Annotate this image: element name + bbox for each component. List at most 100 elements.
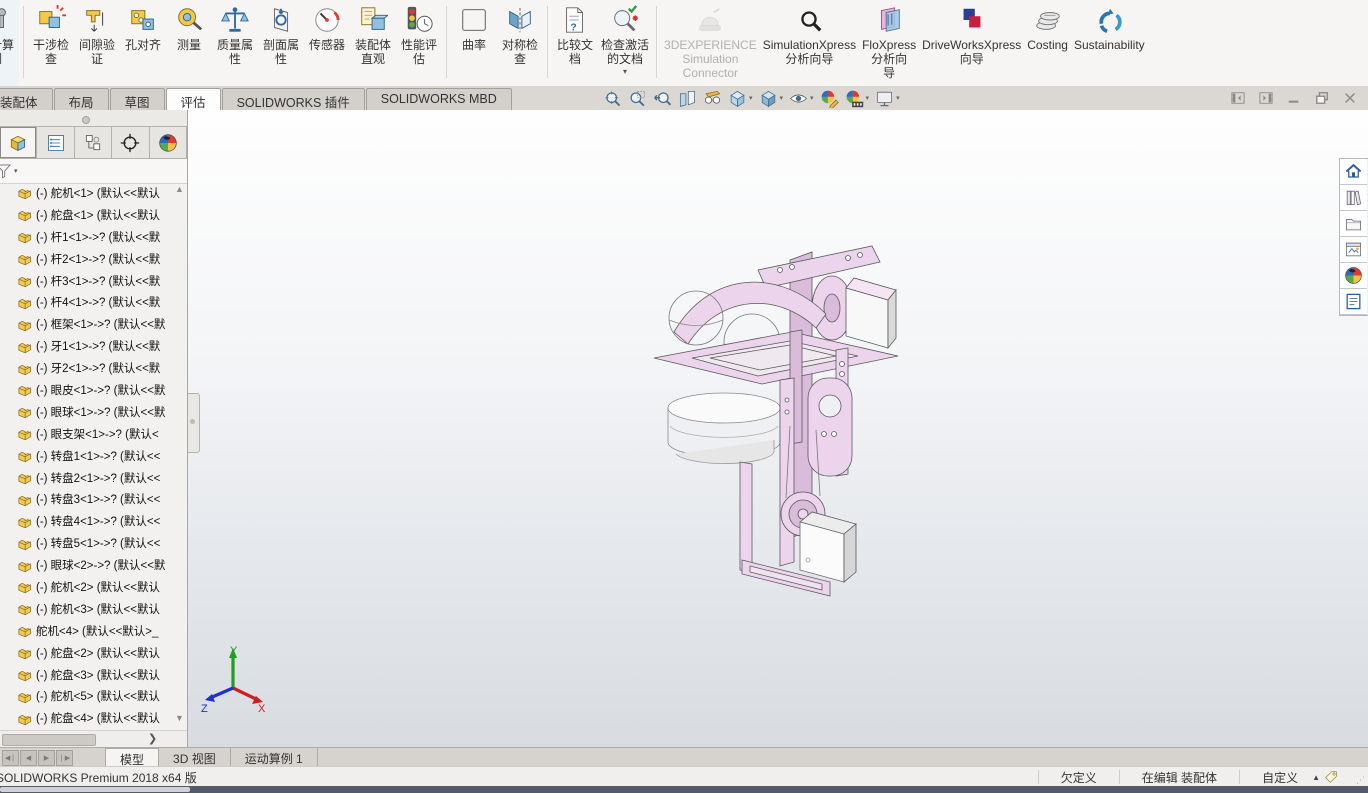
costing-button[interactable]: Costing ▾ [1024, 0, 1071, 86]
tree-scroll-down-button[interactable]: ▼ [174, 713, 185, 724]
hide-show-items-icon[interactable]: ▾ [786, 88, 817, 109]
sensor-button[interactable]: 传感器 ▾ [304, 0, 350, 86]
sustainability-button[interactable]: Sustainability ▾ [1071, 0, 1148, 86]
tab-layout[interactable]: 布局 [53, 88, 109, 110]
tree-item[interactable]: (-) 牙1<1>->? (默认<<默 [0, 335, 187, 357]
assembly-model[interactable] [640, 230, 900, 610]
tree-item[interactable]: (-) 舵机<5> (默认<<默认 [0, 685, 187, 707]
tab-sketch[interactable]: 草图 [109, 88, 165, 110]
tree-horizontal-scrollbar[interactable]: ❯ [0, 730, 187, 748]
scroll-right-arrow[interactable]: ❯ [148, 732, 157, 745]
view-settings-icon[interactable]: ▾ [872, 88, 903, 109]
configurationmanager-tab[interactable] [75, 127, 113, 158]
tab-assembly[interactable]: 装配体 [0, 88, 53, 110]
restore-button[interactable] [1312, 89, 1332, 107]
last-tab-button[interactable]: ❘▶ [56, 749, 73, 766]
driveworksxpress-button[interactable]: DriveWorksXpress 向导 ▾ [919, 0, 1024, 86]
tree-item[interactable]: (-) 舵盘<3> (默认<<默认 [0, 664, 187, 686]
design-library-button[interactable] [1340, 185, 1367, 211]
commandmanager-tabstrip: 装配体 布局 草图 评估 SOLIDWORKS 插件 SOLIDWORKS MB… [0, 86, 1368, 113]
previous-view-icon[interactable]: ▾ [650, 88, 675, 109]
file-explorer-button[interactable] [1340, 211, 1367, 237]
hide-show-annotations-icon[interactable]: ▾ [700, 88, 725, 109]
displaymanager-tab[interactable] [150, 127, 188, 158]
interference-check-button[interactable]: 干涉检 查 ▾ [28, 0, 74, 86]
floxpress-button[interactable]: FloXpress 分析向 导 ▾ [859, 0, 919, 86]
panel-collapse-handle[interactable] [188, 393, 200, 453]
tree-item[interactable]: (-) 眼球<1>->? (默认<<默 [0, 401, 187, 423]
compare-documents-button[interactable]: 比较文 档 ▾ [552, 0, 598, 86]
tree-item[interactable]: (-) 框架<1>->? (默认<<默 [0, 313, 187, 335]
display-style-icon[interactable]: ▾ [756, 88, 787, 109]
manager-tabs [0, 126, 188, 159]
design-study-button[interactable]: 设计算 例 ▾ [0, 0, 19, 86]
tree-item[interactable]: (-) 眼支架<1>->? (默认< [0, 423, 187, 445]
symmetry-check-button[interactable]: 对称检 查 ▾ [497, 0, 543, 86]
first-tab-button[interactable]: ◀❘ [2, 749, 19, 766]
status-underdefined[interactable]: 欠定义 ▲ [1037, 770, 1119, 785]
dimxpertmanager-tab[interactable] [112, 127, 150, 158]
check-active-document-button[interactable]: 检查激活 的文档 ▾ [598, 0, 652, 86]
prev-tab-button[interactable]: ◀ [20, 749, 37, 766]
scrollbar-thumb[interactable] [2, 734, 96, 746]
tree-item[interactable]: (-) 杆3<1>->? (默认<<默 [0, 270, 187, 292]
featuremanager-tree-tab[interactable] [0, 127, 38, 158]
section-properties-button[interactable]: 剖面属 性 ▾ [258, 0, 304, 86]
zoom-to-area-icon[interactable]: ▾ [625, 88, 650, 109]
tree-item[interactable]: (-) 杆1<1>->? (默认<<默 [0, 226, 187, 248]
minimize-button[interactable] [1284, 89, 1304, 107]
tree-item[interactable]: (-) 舵机<3> (默认<<默认 [0, 598, 187, 620]
expand-right-pane-button[interactable] [1256, 89, 1276, 107]
status-editing[interactable]: 在编辑 装配体 ▲ [1118, 770, 1239, 785]
tree-item[interactable]: (-) 牙2<1>->? (默认<<默 [0, 357, 187, 379]
tree-item[interactable]: (-) 舵盘<2> (默认<<默认 [0, 642, 187, 664]
clearance-verify-button[interactable]: 间隙验 证 ▾ [74, 0, 120, 86]
motion-study-tab[interactable]: 运动算例 1 [231, 748, 318, 767]
appearances-scenes-button[interactable] [1340, 263, 1367, 289]
simulationxpress-button[interactable]: SimulationXpress 分析向导 ▾ [760, 0, 859, 86]
tree-item[interactable]: (-) 杆2<1>->? (默认<<默 [0, 248, 187, 270]
tag-icon[interactable] [1322, 769, 1340, 785]
tree-item[interactable]: (-) 眼球<2>->? (默认<<默 [0, 554, 187, 576]
tree-item[interactable]: (-) 转盘3<1>->? (默认<< [0, 488, 187, 510]
solidworks-resources-button[interactable] [1340, 159, 1367, 185]
performance-evaluation-button[interactable]: 性能评 估 ▾ [396, 0, 442, 86]
view-orientation-icon[interactable]: ▾ [725, 88, 756, 109]
assembly-visualization-button[interactable]: 装配体 直观 ▾ [350, 0, 396, 86]
tree-item[interactable]: (-) 转盘1<1>->? (默认<< [0, 445, 187, 467]
tree-filter-bar[interactable]: ▾ [0, 159, 187, 184]
tree-item[interactable]: 舵机<4> (默认<<默认>_ [0, 620, 187, 642]
section-view-icon[interactable]: ▾ [675, 88, 700, 109]
panel-splitter[interactable] [0, 110, 187, 126]
mass-properties-button[interactable]: 质量属 性 ▾ [212, 0, 258, 86]
graphics-viewport[interactable]: Y X Z [188, 110, 1368, 747]
propertymanager-tab[interactable] [37, 127, 75, 158]
curvature-button[interactable]: 曲率 ▾ [451, 0, 497, 86]
tree-item[interactable]: (-) 舵机<1> (默认<<默认 [0, 182, 187, 204]
tree-item[interactable]: (-) 舵盘<1> (默认<<默认 [0, 204, 187, 226]
3dexperience-connector-button[interactable]: 3DEXPERIENCE Simulation Connector ▾ [661, 0, 760, 86]
tree-item[interactable]: (-) 杆4<1>->? (默认<<默 [0, 291, 187, 313]
tree-item[interactable]: (-) 转盘4<1>->? (默认<< [0, 510, 187, 532]
tab-solidworks-addins[interactable]: SOLIDWORKS 插件 [221, 88, 365, 110]
edit-appearance-icon[interactable]: ▾ [817, 88, 842, 109]
tree-scroll-up-button[interactable]: ▲ [174, 184, 185, 195]
tree-item[interactable]: (-) 舵机<2> (默认<<默认 [0, 576, 187, 598]
tree-item[interactable]: (-) 转盘2<1>->? (默认<< [0, 467, 187, 489]
custom-properties-button[interactable] [1340, 289, 1367, 315]
measure-button[interactable]: 测量 ▾ [166, 0, 212, 86]
model-tab[interactable]: 模型 [105, 748, 160, 767]
tree-item[interactable]: (-) 转盘5<1>->? (默认<< [0, 532, 187, 554]
tab-solidworks-mbd[interactable]: SOLIDWORKS MBD [365, 88, 512, 110]
tree-item[interactable]: (-) 舵盘<4> (默认<<默认 [0, 707, 187, 729]
view-palette-button[interactable] [1340, 237, 1367, 263]
close-button[interactable] [1340, 89, 1360, 107]
handle-dot [190, 419, 195, 424]
zoom-to-fit-icon[interactable]: ▾ [600, 88, 625, 109]
tree-item[interactable]: (-) 眼皮<1>->? (默认<<默 [0, 379, 187, 401]
hole-alignment-button[interactable]: 孔对齐 ▾ [120, 0, 166, 86]
collapse-left-pane-button[interactable] [1228, 89, 1248, 107]
apply-scene-icon[interactable]: ▾ [842, 88, 873, 109]
next-tab-button[interactable]: ▶ [38, 749, 55, 766]
3d-views-tab[interactable]: 3D 视图 [159, 748, 231, 767]
